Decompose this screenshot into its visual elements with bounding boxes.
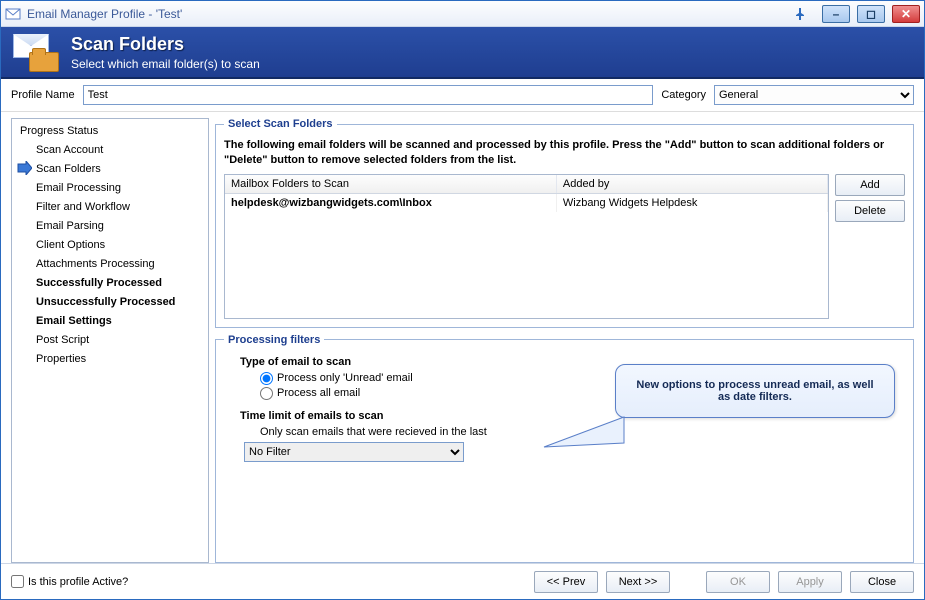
sidebar-header: Progress Status [14, 123, 206, 141]
next-button[interactable]: Next >> [606, 571, 670, 593]
sidebar-item-successfully-processed[interactable]: Successfully Processed [14, 274, 206, 293]
sidebar-item-label: Scan Account [36, 144, 103, 156]
ok-button[interactable]: OK [706, 571, 770, 593]
sidebar-item-label: Post Script [36, 334, 89, 346]
titlebar: Email Manager Profile - 'Test' – ◻ ✕ [1, 1, 924, 27]
page-subtitle: Select which email folder(s) to scan [71, 57, 260, 71]
minimize-button[interactable]: – [822, 5, 850, 23]
footer: Is this profile Active? << Prev Next >> … [1, 563, 924, 599]
processing-filters-group: Processing filters Type of email to scan… [215, 334, 914, 563]
sidebar-item-attachments-processing[interactable]: Attachments Processing [14, 255, 206, 274]
sidebar-item-scan-account[interactable]: Scan Account [14, 141, 206, 160]
pin-icon[interactable] [791, 5, 809, 23]
banner-icon [11, 32, 59, 72]
sidebar-item-email-parsing[interactable]: Email Parsing [14, 217, 206, 236]
category-select[interactable]: General [714, 85, 914, 105]
filters-legend: Processing filters [224, 334, 324, 346]
sidebar-item-email-settings[interactable]: Email Settings [14, 312, 206, 331]
select-scan-folders-group: Select Scan Folders The following email … [215, 118, 914, 328]
table-row[interactable]: helpdesk@wizbangwidgets.com\InboxWizbang… [225, 193, 828, 212]
folders-table[interactable]: Mailbox Folders to Scan Added by helpdes… [224, 174, 829, 319]
close-button[interactable]: Close [850, 571, 914, 593]
profile-name-input[interactable] [83, 85, 654, 105]
sidebar-item-label: Client Options [36, 239, 105, 251]
active-checkbox[interactable] [11, 575, 24, 588]
sidebar-item-scan-folders[interactable]: Scan Folders [14, 160, 206, 179]
callout-text: New options to process unread email, as … [636, 379, 873, 403]
sidebar-item-label: Unsuccessfully Processed [36, 296, 175, 308]
maximize-button[interactable]: ◻ [857, 5, 885, 23]
sidebar-item-label: Scan Folders [36, 163, 101, 175]
cell-folder: helpdesk@wizbangwidgets.com\Inbox [225, 193, 556, 212]
sidebar-item-label: Filter and Workflow [36, 201, 130, 213]
active-checkbox-row[interactable]: Is this profile Active? [11, 575, 128, 588]
cell-addedby: Wizbang Widgets Helpdesk [556, 193, 827, 212]
profile-row: Profile Name Category General [1, 79, 924, 112]
apply-button[interactable]: Apply [778, 571, 842, 593]
sidebar-item-filter-and-workflow[interactable]: Filter and Workflow [14, 198, 206, 217]
sidebar-item-post-script[interactable]: Post Script [14, 331, 206, 350]
callout-bubble: New options to process unread email, as … [615, 364, 895, 418]
sidebar-item-properties[interactable]: Properties [14, 350, 206, 369]
arrow-icon [16, 161, 32, 175]
profile-name-label: Profile Name [11, 89, 75, 101]
prev-button[interactable]: << Prev [534, 571, 598, 593]
add-button[interactable]: Add [835, 174, 905, 196]
sidebar-item-unsuccessfully-processed[interactable]: Unsuccessfully Processed [14, 293, 206, 312]
folders-instructions: The following email folders will be scan… [224, 138, 905, 168]
delete-button[interactable]: Delete [835, 200, 905, 222]
sidebar-item-email-processing[interactable]: Email Processing [14, 179, 206, 198]
window-title: Email Manager Profile - 'Test' [25, 7, 787, 21]
window: Email Manager Profile - 'Test' – ◻ ✕ Sca… [0, 0, 925, 600]
sidebar-item-client-options[interactable]: Client Options [14, 236, 206, 255]
radio-unread[interactable] [260, 372, 273, 385]
callout-tail-icon [544, 413, 624, 453]
sidebar-item-label: Successfully Processed [36, 277, 162, 289]
progress-sidebar: Progress Status Scan Account Scan Folders… [11, 118, 209, 563]
time-filter-select[interactable]: No Filter [244, 442, 464, 462]
page-title: Scan Folders [71, 34, 260, 55]
col-addedby[interactable]: Added by [556, 175, 827, 194]
page-banner: Scan Folders Select which email folder(s… [1, 27, 924, 79]
sidebar-item-label: Attachments Processing [36, 258, 155, 270]
radio-unread-label: Process only 'Unread' email [277, 372, 413, 384]
sidebar-item-label: Email Processing [36, 182, 121, 194]
sidebar-item-label: Email Parsing [36, 220, 104, 232]
app-icon [5, 6, 21, 22]
radio-all[interactable] [260, 387, 273, 400]
category-label: Category [661, 89, 706, 101]
sidebar-item-label: Properties [36, 353, 86, 365]
sidebar-item-label: Email Settings [36, 315, 112, 327]
col-folder[interactable]: Mailbox Folders to Scan [225, 175, 556, 194]
close-window-button[interactable]: ✕ [892, 5, 920, 23]
radio-all-label: Process all email [277, 387, 360, 399]
folders-legend: Select Scan Folders [224, 118, 337, 130]
active-label: Is this profile Active? [28, 576, 128, 588]
